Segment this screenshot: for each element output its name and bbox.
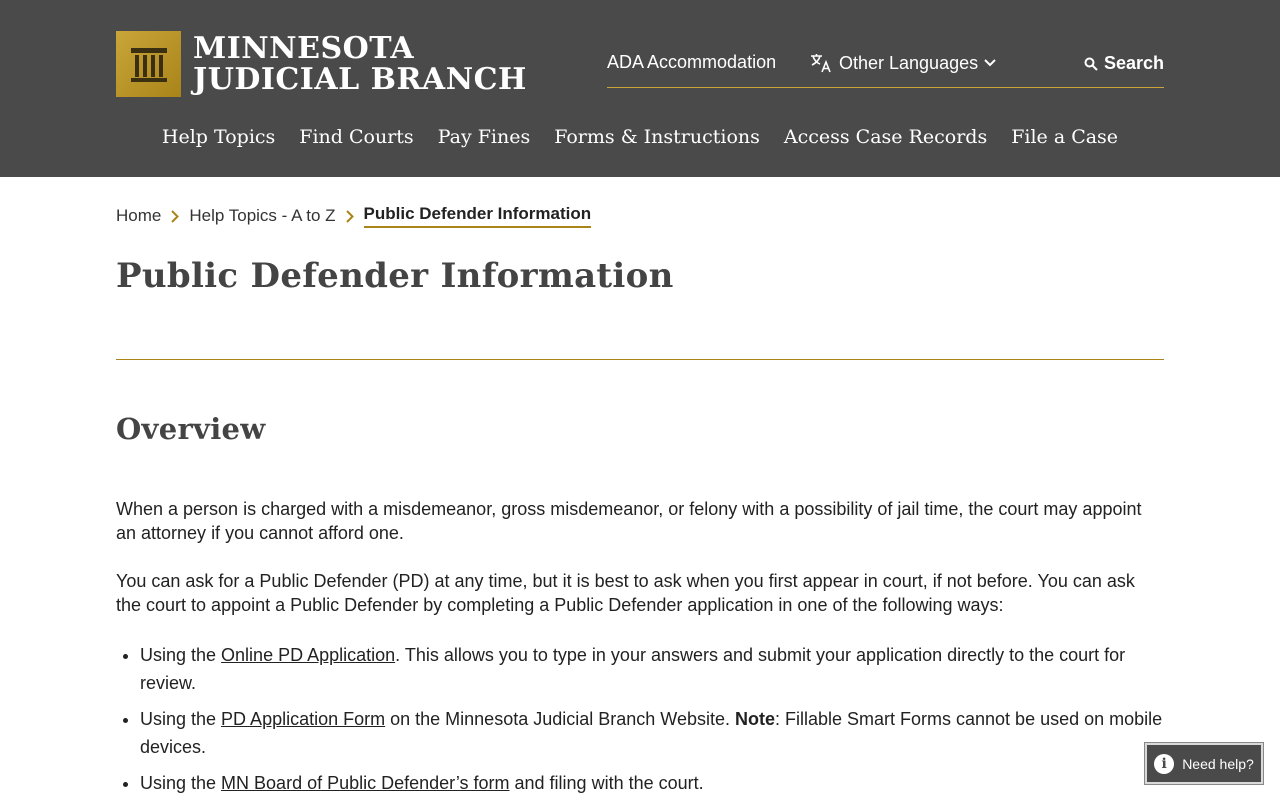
- other-languages-label: Other Languages: [839, 52, 979, 73]
- list-text: Using the: [140, 645, 222, 665]
- breadcrumb: Home Help Topics - A to Z Public Defende…: [116, 204, 592, 228]
- list-text: and filing with the court.: [509, 773, 704, 793]
- list-text: on the Minnesota Judicial Branch Website…: [385, 709, 735, 729]
- breadcrumb-current: Public Defender Information: [363, 204, 592, 228]
- list-text: Using the: [140, 709, 222, 729]
- section-title-overview: Overview: [116, 412, 266, 446]
- breadcrumb-home[interactable]: Home: [116, 206, 161, 226]
- site-header: MINNESOTA JUDICIAL BRANCH ADA Accommodat…: [0, 0, 1280, 177]
- need-help-label: Need help?: [1182, 755, 1254, 772]
- ada-accommodation-link[interactable]: ADA Accommodation: [607, 52, 776, 73]
- pillar-logo-icon: [116, 31, 181, 97]
- paragraph-how-to-ask: You can ask for a Public Defender (PD) a…: [116, 571, 1135, 615]
- list-text: Using the: [140, 773, 222, 793]
- breadcrumb-help-topics[interactable]: Help Topics - A to Z: [189, 206, 335, 226]
- logo-line-1: MINNESOTA: [193, 31, 415, 66]
- search-button[interactable]: Search: [1084, 53, 1164, 74]
- page-title: Public Defender Information: [116, 256, 674, 296]
- nav-pay-fines[interactable]: Pay Fines: [438, 126, 531, 148]
- main-navigation: Help Topics Find Courts Pay Fines Forms …: [0, 126, 1280, 148]
- title-divider: [116, 359, 1164, 360]
- other-languages-dropdown[interactable]: Other Languages: [809, 52, 1002, 74]
- translate-icon: [811, 54, 831, 73]
- main-content: When a person is charged with a misdemea…: [116, 497, 1164, 800]
- list-item: Using the MN Board of Public Defender’s …: [140, 769, 1164, 797]
- chevron-down-icon: [984, 59, 996, 67]
- board-of-public-defense-form-link[interactable]: MN Board of Public Defender’s form: [221, 773, 509, 793]
- utility-bar: ADA Accommodation Other Languages Search: [607, 50, 1164, 88]
- pd-application-form-link[interactable]: PD Application Form: [221, 709, 385, 729]
- chevron-right-icon: [171, 209, 180, 223]
- nav-file-a-case[interactable]: File a Case: [1011, 126, 1118, 148]
- list-item: Using the Online PD Application. This al…: [140, 641, 1164, 697]
- list-item: Using the PD Application Form on the Min…: [140, 705, 1164, 761]
- logo-line-2: JUDICIAL BRANCH: [193, 62, 527, 97]
- paragraph-intro: When a person is charged with a misdemea…: [116, 499, 1142, 543]
- info-icon: i: [1154, 753, 1175, 774]
- nav-help-topics[interactable]: Help Topics: [162, 126, 275, 148]
- nav-find-courts[interactable]: Find Courts: [299, 126, 413, 148]
- online-pd-application-link[interactable]: Online PD Application: [221, 645, 395, 665]
- chevron-right-icon: [345, 209, 354, 223]
- logo-wordmark: MINNESOTA JUDICIAL BRANCH: [193, 33, 527, 95]
- application-methods-list: Using the Online PD Application. This al…: [140, 641, 1164, 797]
- nav-access-case-records[interactable]: Access Case Records: [784, 126, 987, 148]
- need-help-button[interactable]: i Need help?: [1145, 743, 1263, 784]
- site-logo[interactable]: MINNESOTA JUDICIAL BRANCH: [116, 31, 527, 97]
- search-label: Search: [1103, 53, 1164, 73]
- note-label: Note: [734, 709, 775, 729]
- nav-forms-instructions[interactable]: Forms & Instructions: [554, 126, 760, 148]
- search-icon: [1084, 57, 1098, 71]
